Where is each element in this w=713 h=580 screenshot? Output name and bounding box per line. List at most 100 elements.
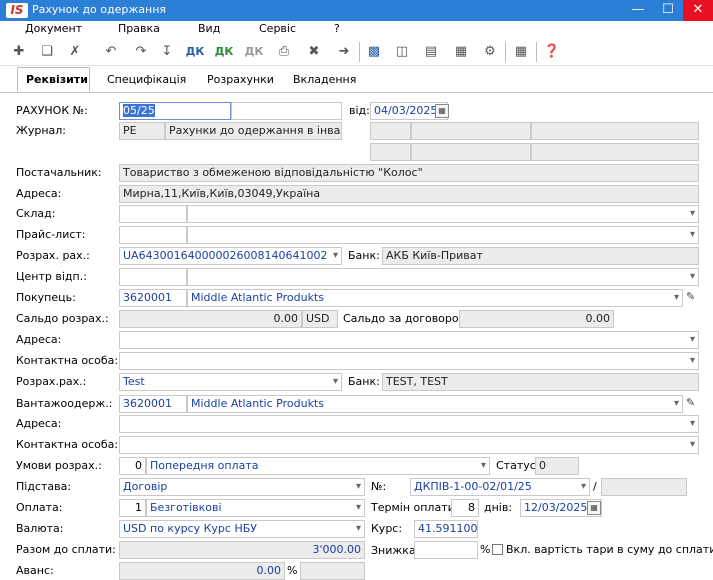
center-select[interactable] bbox=[187, 268, 699, 286]
buyer-address-label: Адреса: bbox=[16, 333, 62, 346]
pricelist-code-input[interactable] bbox=[119, 226, 187, 244]
payment-label: Оплата: bbox=[16, 501, 63, 514]
toolbar-separator bbox=[536, 42, 537, 62]
supplier-address-field: Мирна,11,Київ,Київ,03049,Україна bbox=[119, 185, 699, 203]
print-icon[interactable]: ⎙ bbox=[273, 41, 295, 63]
dk-icon[interactable]: ДК bbox=[184, 41, 206, 63]
terms-code-input[interactable]: 0 bbox=[119, 457, 146, 475]
payment-code-input[interactable]: 1 bbox=[119, 499, 146, 517]
journal-label: Журнал: bbox=[16, 124, 67, 137]
minimize-icon[interactable]: — bbox=[623, 0, 653, 21]
discount-input[interactable] bbox=[414, 541, 478, 559]
basis-select[interactable]: Договір bbox=[119, 478, 365, 496]
status-label: Статус: bbox=[496, 459, 540, 472]
next-doc-icon[interactable]: ↷ bbox=[130, 41, 152, 63]
tree-icon[interactable]: ⚙ bbox=[479, 41, 501, 63]
save-icon[interactable]: ▩ bbox=[363, 41, 385, 63]
tare-label: Вкл. вартість тари в суму до сплати bbox=[506, 543, 713, 556]
date-label: від: bbox=[349, 104, 370, 117]
tab-specification[interactable]: Специфікація bbox=[99, 69, 194, 91]
warehouse-code-input[interactable] bbox=[119, 205, 187, 223]
consignee-code-input[interactable]: 3620001 bbox=[119, 395, 187, 413]
status-field: 0 bbox=[535, 457, 579, 475]
exit-icon[interactable]: ➜ bbox=[333, 41, 355, 63]
buyer-code-input[interactable]: 3620001 bbox=[119, 289, 187, 307]
contract-balance-label: Сальдо за договором: bbox=[343, 312, 471, 325]
pricelist-select[interactable] bbox=[187, 226, 699, 244]
edit-pencil-icon[interactable]: ✎ bbox=[686, 290, 695, 303]
menu-bar: Документ Правка Вид Сервіс ? bbox=[0, 21, 713, 38]
advance-pct-label: % bbox=[287, 564, 298, 577]
edit-pencil-icon[interactable]: ✎ bbox=[686, 396, 695, 409]
consignee-address-select[interactable] bbox=[119, 415, 699, 433]
payment-select[interactable]: Безготівкові bbox=[146, 499, 365, 517]
extra-field bbox=[531, 143, 699, 161]
app-logo-icon: IS bbox=[6, 3, 28, 18]
invoice-no-input[interactable]: 05/25 bbox=[119, 102, 231, 120]
buyer-address-select[interactable] bbox=[119, 331, 699, 349]
grid-icon[interactable]: ▦ bbox=[510, 41, 532, 63]
balance-field: 0.00 bbox=[119, 310, 302, 328]
journal-name[interactable]: Рахунки до одержання в інвал... bbox=[165, 122, 342, 140]
basis-no-select[interactable]: ДКПІВ-1-00-02/01/25 bbox=[410, 478, 590, 496]
journal-code: PE bbox=[119, 122, 165, 140]
supplier-address-label: Адреса: bbox=[16, 187, 62, 200]
menu-service[interactable]: Сервіс bbox=[259, 22, 296, 35]
consignee-label: Вантажоодерж.: bbox=[16, 397, 113, 410]
basis-suffix-field bbox=[601, 478, 687, 496]
center-code-input[interactable] bbox=[119, 268, 187, 286]
delete-doc-icon[interactable]: ✗ bbox=[64, 41, 86, 63]
export-icon[interactable]: ✖ bbox=[303, 41, 325, 63]
tab-settlements[interactable]: Розрахунки bbox=[199, 69, 282, 91]
currency-label: Валюта: bbox=[16, 522, 64, 535]
center-label: Центр відп.: bbox=[16, 270, 87, 283]
import-doc-icon[interactable]: ↧ bbox=[156, 41, 178, 63]
calendar-icon[interactable]: ▦ bbox=[435, 104, 449, 118]
dk-gray-icon[interactable]: ДК bbox=[243, 41, 265, 63]
toolbar-separator bbox=[505, 42, 506, 62]
discount-pct: % bbox=[480, 543, 491, 556]
calendar-icon[interactable]: ▦ bbox=[587, 501, 601, 515]
account2-select[interactable]: Test bbox=[119, 373, 342, 391]
basis-no-label: №: bbox=[371, 480, 387, 493]
account-select[interactable]: UA643001640000026008140641002 bbox=[119, 247, 342, 265]
menu-edit[interactable]: Правка bbox=[118, 22, 160, 35]
extra-field bbox=[411, 122, 531, 140]
maximize-icon[interactable]: ☐ bbox=[653, 0, 683, 21]
consignee-address-label: Адреса: bbox=[16, 417, 62, 430]
term-label: Термін оплати: bbox=[371, 501, 459, 514]
supplier-field: Товариство з обмеженою відповідальністю … bbox=[119, 164, 699, 182]
consignee-select[interactable]: Middle Atlantic Produkts bbox=[187, 395, 683, 413]
window-title: Рахунок до одержання bbox=[32, 3, 167, 16]
tab-requisites[interactable]: Реквізити bbox=[17, 67, 90, 91]
tab-attachments[interactable]: Вкладення bbox=[285, 69, 364, 91]
terms-select[interactable]: Попередня оплата bbox=[146, 457, 490, 475]
tare-checkbox[interactable] bbox=[492, 544, 503, 555]
term-days-input[interactable]: 8 bbox=[451, 499, 479, 517]
total-label: Разом до сплати: bbox=[16, 543, 116, 556]
rate-input[interactable]: 41.591100 bbox=[414, 520, 478, 538]
link-icon[interactable]: ▦ bbox=[450, 41, 472, 63]
warehouse-select[interactable] bbox=[187, 205, 699, 223]
new-doc-icon[interactable]: ✚ bbox=[8, 41, 30, 63]
invoice-no-suffix[interactable] bbox=[231, 102, 342, 120]
menu-document[interactable]: Документ bbox=[25, 22, 82, 35]
balance-label: Сальдо розрах.: bbox=[16, 312, 109, 325]
book-icon[interactable]: ◫ bbox=[391, 41, 413, 63]
menu-view[interactable]: Вид bbox=[198, 22, 220, 35]
copy-doc-icon[interactable]: ❏ bbox=[36, 41, 58, 63]
discount-label: Знижка: bbox=[371, 544, 420, 557]
menu-help[interactable]: ? bbox=[334, 22, 340, 35]
folder-icon[interactable]: ▤ bbox=[420, 41, 442, 63]
buyer-select[interactable]: Middle Atlantic Produkts bbox=[187, 289, 683, 307]
contact2-select[interactable] bbox=[119, 436, 699, 454]
contact-label: Контактна особа: bbox=[16, 354, 119, 367]
bank2-label: Банк: bbox=[348, 375, 380, 388]
help-icon[interactable]: ❓ bbox=[541, 41, 563, 63]
currency-select[interactable]: USD по курсу Курс НБУ bbox=[119, 520, 365, 538]
title-bar: IS Рахунок до одержання — ☐ ✕ bbox=[0, 0, 713, 21]
close-icon[interactable]: ✕ bbox=[683, 0, 713, 21]
contact-select[interactable] bbox=[119, 352, 699, 370]
prev-doc-icon[interactable]: ↶ bbox=[100, 41, 122, 63]
dk-green-icon[interactable]: ДК bbox=[213, 41, 235, 63]
